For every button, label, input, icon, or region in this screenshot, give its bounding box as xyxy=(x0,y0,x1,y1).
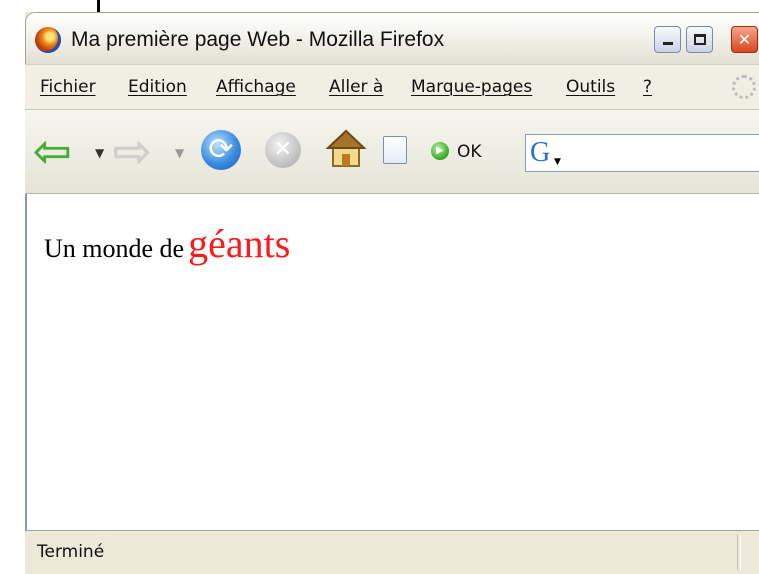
forward-dropdown-icon[interactable]: ▼ xyxy=(175,146,184,160)
menu-marque-pages[interactable]: Marque-pages xyxy=(411,77,532,97)
window-title: Ma première page Web - Mozilla Firefox xyxy=(71,28,445,51)
status-bar: Terminé xyxy=(25,530,759,574)
throbber-icon xyxy=(732,75,756,99)
stop-icon[interactable]: ✕ xyxy=(265,132,301,168)
status-separator xyxy=(737,535,741,571)
go-icon[interactable]: ▶ xyxy=(431,142,449,160)
menu-outils[interactable]: Outils xyxy=(566,77,615,97)
menu-edition[interactable]: Edition xyxy=(128,77,187,97)
page-content: Un monde de géants xyxy=(25,194,759,530)
minimize-icon xyxy=(662,42,673,45)
google-search-engine-icon[interactable]: G xyxy=(530,137,550,169)
page-text: Un monde de géants xyxy=(44,220,290,267)
status-text: Terminé xyxy=(37,542,105,562)
back-arrow-icon[interactable]: ⇦ xyxy=(33,128,72,174)
minimize-button[interactable] xyxy=(654,26,681,53)
close-icon: ✕ xyxy=(737,30,752,49)
close-button[interactable]: ✕ xyxy=(731,26,758,53)
forward-arrow-icon[interactable]: ⇨ xyxy=(113,128,152,174)
go-button[interactable]: OK xyxy=(457,142,482,162)
firefox-window: Ma première page Web - Mozilla Firefox ✕… xyxy=(25,12,759,574)
search-engine-dropdown-icon[interactable]: ▼ xyxy=(554,157,561,167)
menu-fichier[interactable]: Fichier xyxy=(40,77,96,97)
menu-aller-a[interactable]: Aller à xyxy=(329,77,383,97)
back-dropdown-icon[interactable]: ▼ xyxy=(95,146,104,160)
normal-text: Un monde de xyxy=(44,234,185,263)
title-bar[interactable]: Ma première page Web - Mozilla Firefox ✕ xyxy=(25,12,759,64)
navigation-toolbar: ⇦ ▼ ⇨ ▼ ⟳ ✕ ▶ OK G ▼ xyxy=(25,110,759,194)
reload-icon[interactable]: ⟳ xyxy=(201,130,241,170)
menu-affichage[interactable]: Affichage xyxy=(216,77,296,97)
menu-help[interactable]: ? xyxy=(643,77,652,97)
menu-bar: Fichier Edition Affichage Aller à Marque… xyxy=(25,64,759,110)
big-red-text: géants xyxy=(188,221,291,266)
page-icon[interactable] xyxy=(383,136,407,164)
maximize-button[interactable] xyxy=(686,26,713,53)
maximize-icon xyxy=(693,34,706,45)
cursor-stub xyxy=(97,0,100,12)
search-input[interactable]: G ▼ xyxy=(525,134,759,172)
home-icon[interactable] xyxy=(325,128,367,170)
firefox-logo-icon[interactable] xyxy=(35,27,61,53)
